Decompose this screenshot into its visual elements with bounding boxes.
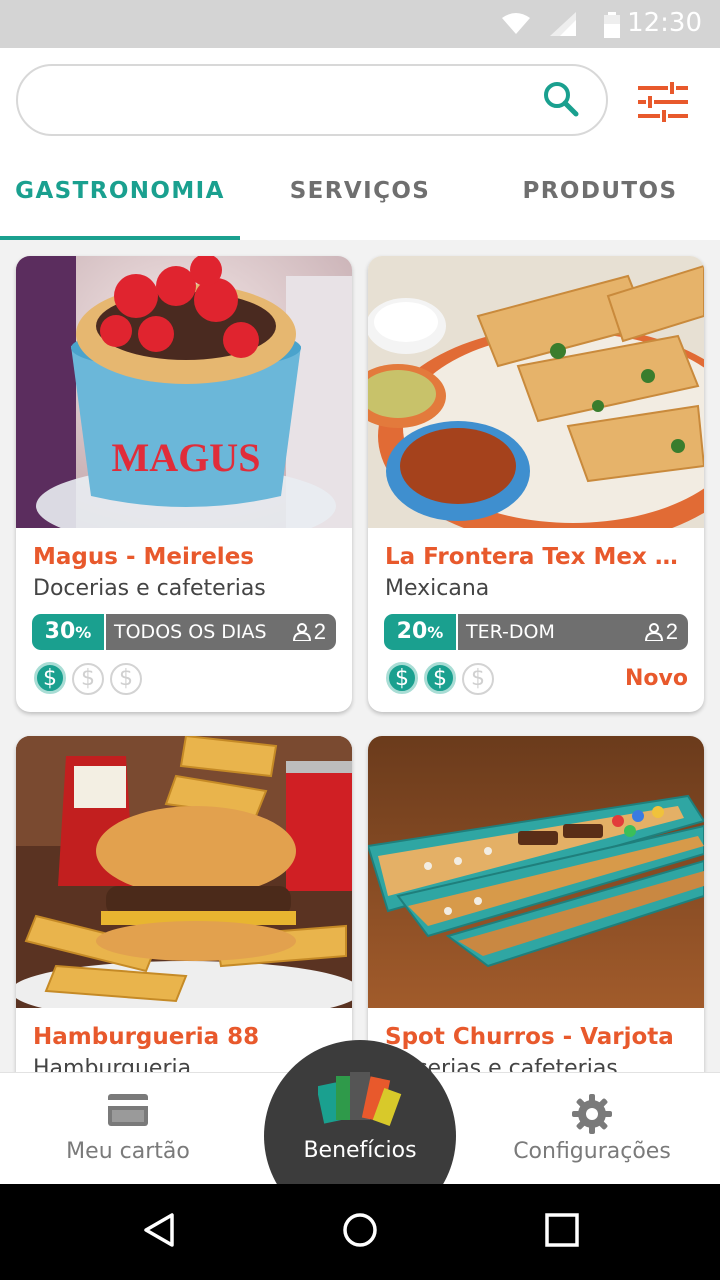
days-badge: TER-DOM 2	[458, 614, 688, 650]
battery-icon	[604, 12, 620, 38]
price-coin-icon: $	[424, 662, 456, 694]
tab-servicos[interactable]: SERVIÇOS	[240, 158, 480, 240]
signal-icon	[550, 12, 576, 36]
card-image: MAGUS	[16, 256, 352, 528]
price-coin-icon: $	[386, 662, 418, 694]
top-bar: GASTRONOMIA SERVIÇOS PRODUTOS	[0, 48, 720, 240]
price-coin-icon: $	[72, 663, 104, 695]
card-title: Spot Churros - Varjota	[385, 1024, 674, 1050]
card-image	[368, 736, 704, 1008]
recents-icon[interactable]	[544, 1212, 580, 1248]
offer-badge: 30% TODOS OS DIAS 2	[32, 614, 336, 650]
price-coin-icon: $	[34, 662, 66, 694]
wifi-icon	[502, 13, 530, 34]
card-image	[16, 736, 352, 1008]
status-bar: 12:30	[0, 0, 720, 48]
nav-meu-cartao[interactable]: Meu cartão	[0, 1073, 256, 1185]
system-navigation-bar	[0, 1184, 720, 1280]
tab-produtos[interactable]: PRODUTOS	[480, 158, 720, 240]
wallet-cards-icon	[318, 1072, 402, 1127]
card-title: La Frontera Tex Mex Gr...	[385, 544, 690, 570]
category-tabs: GASTRONOMIA SERVIÇOS PRODUTOS	[0, 158, 720, 240]
days-badge: TODOS OS DIAS 2	[106, 614, 336, 650]
clock: 12:30	[627, 8, 702, 38]
new-badge: Novo	[625, 666, 688, 691]
nav-label: Configurações	[513, 1139, 671, 1164]
gear-icon	[572, 1094, 612, 1134]
card-category: Docerias e cafeterias	[33, 576, 266, 601]
discount-badge: 20%	[384, 614, 456, 650]
back-icon[interactable]	[142, 1212, 178, 1248]
card-image	[368, 256, 704, 528]
home-icon[interactable]	[342, 1212, 378, 1248]
credit-card-icon	[108, 1094, 148, 1126]
nav-configuracoes[interactable]: Configurações	[464, 1073, 720, 1185]
offer-badge: 20% TER-DOM 2	[384, 614, 688, 650]
people-count: 2	[292, 614, 326, 650]
card-title: Magus - Meireles	[33, 544, 254, 570]
svg-text:MAGUS: MAGUS	[112, 435, 261, 480]
benefit-card[interactable]: MAGUS Magus - Meireles Docerias e cafete…	[16, 256, 352, 712]
filter-icon[interactable]	[638, 82, 688, 122]
person-icon	[644, 623, 663, 642]
valid-days: TER-DOM	[466, 621, 555, 643]
discount-badge: 30%	[32, 614, 104, 650]
search-input[interactable]	[42, 76, 526, 124]
price-level: $ $ $	[34, 662, 148, 698]
price-level: $ $ $	[386, 662, 500, 698]
people-count: 2	[644, 614, 678, 650]
price-coin-icon: $	[110, 663, 142, 695]
tab-gastronomia[interactable]: GASTRONOMIA	[0, 158, 240, 240]
benefit-card[interactable]: La Frontera Tex Mex Gr... Mexicana 20% T…	[368, 256, 704, 712]
card-category: Mexicana	[385, 576, 490, 601]
valid-days: TODOS OS DIAS	[114, 621, 267, 643]
person-icon	[292, 623, 311, 642]
search-icon[interactable]	[542, 80, 580, 118]
nav-label: Benefícios	[303, 1138, 417, 1163]
nav-label: Meu cartão	[66, 1139, 190, 1164]
search-box[interactable]	[16, 64, 608, 136]
price-coin-icon: $	[462, 663, 494, 695]
active-tab-indicator	[0, 236, 240, 240]
card-title: Hamburgueria 88	[33, 1024, 260, 1050]
